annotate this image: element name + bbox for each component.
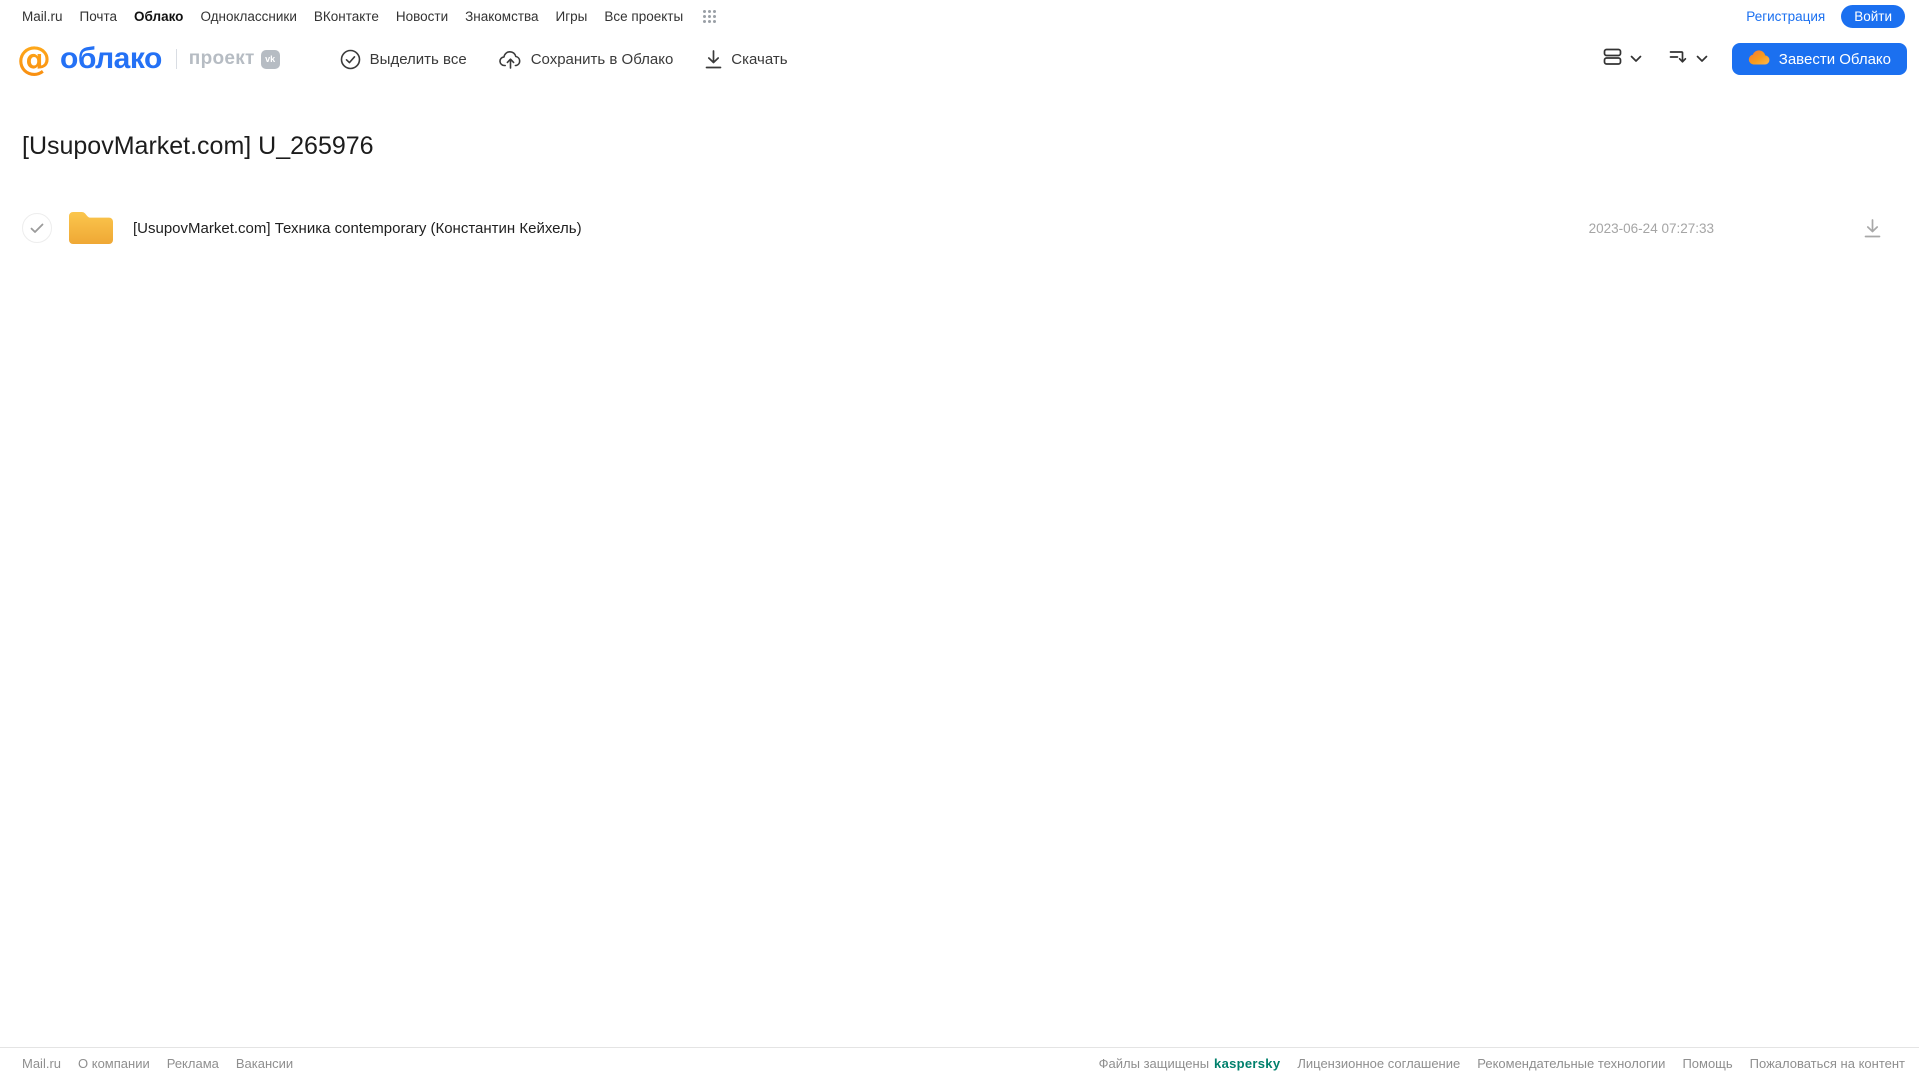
top-nav-right: Регистрация Войти bbox=[1746, 4, 1905, 28]
footer-bar: Mail.ru О компании Реклама Вакансии Файл… bbox=[0, 1047, 1919, 1079]
nav-link-news[interactable]: Новости bbox=[396, 9, 448, 24]
select-all-label: Выделить все bbox=[369, 50, 467, 68]
save-to-cloud-label: Сохранить в Облако bbox=[530, 50, 674, 68]
file-toolbar: Выделить все Сохранить в Облако Скачать bbox=[340, 49, 788, 70]
nav-link-cloud[interactable]: Облако bbox=[134, 9, 183, 24]
sort-icon bbox=[1668, 46, 1689, 72]
nav-link-vkontakte[interactable]: ВКонтакте bbox=[314, 9, 379, 24]
kaspersky-protection: Файлы защищены kaspersky bbox=[1099, 1056, 1281, 1071]
file-name-link[interactable]: [UsupovMarket.com] Техника contemporary … bbox=[133, 220, 582, 237]
header-right-controls: Завести Облако bbox=[1602, 43, 1907, 75]
folder-icon bbox=[66, 208, 116, 248]
svg-text:@: @ bbox=[17, 39, 51, 79]
nav-link-dating[interactable]: Знакомства bbox=[465, 9, 538, 24]
files-protected-label: Файлы защищены bbox=[1098, 1056, 1210, 1071]
footer-left-links: Mail.ru О компании Реклама Вакансии bbox=[22, 1056, 293, 1071]
check-circle-icon bbox=[340, 49, 361, 70]
mailru-at-icon: @ bbox=[14, 39, 54, 79]
vk-project-label: проект bbox=[188, 48, 255, 69]
view-mode-dropdown[interactable] bbox=[1602, 46, 1642, 72]
nav-link-all-projects[interactable]: Все проекты bbox=[604, 9, 683, 24]
nav-link-mail[interactable]: Почта bbox=[80, 9, 118, 24]
check-icon bbox=[30, 223, 44, 233]
cloud-upload-icon bbox=[498, 49, 522, 70]
file-row[interactable]: [UsupovMarket.com] Техника contemporary … bbox=[22, 205, 1919, 251]
header-bar: @ облако проект vk Выделить все Сохранит… bbox=[0, 32, 1919, 86]
download-label: Скачать bbox=[731, 50, 788, 68]
registration-link[interactable]: Регистрация bbox=[1746, 9, 1825, 24]
download-button[interactable]: Скачать bbox=[705, 49, 788, 69]
get-cloud-label: Завести Облако bbox=[1778, 50, 1891, 68]
cloud-logo-text: облако bbox=[60, 42, 162, 75]
nav-link-odnoklassniki[interactable]: Одноклассники bbox=[200, 9, 296, 24]
select-all-button[interactable]: Выделить все bbox=[340, 49, 467, 70]
footer-link-help[interactable]: Помощь bbox=[1682, 1056, 1732, 1071]
vk-logo-icon: vk bbox=[260, 49, 280, 69]
footer-link-report-content[interactable]: Пожаловаться на контент bbox=[1750, 1056, 1905, 1071]
save-to-cloud-button[interactable]: Сохранить в Облако bbox=[498, 49, 674, 70]
download-icon bbox=[705, 49, 722, 69]
logo-divider bbox=[175, 49, 177, 69]
page-title: [UsupovMarket.com] U_265976 bbox=[22, 132, 374, 160]
footer-link-jobs[interactable]: Вакансии bbox=[236, 1056, 293, 1071]
top-nav-bar: Mail.ru Почта Облако Одноклассники ВКонт… bbox=[0, 0, 1919, 32]
chevron-down-icon bbox=[1696, 50, 1708, 68]
main-content: [UsupovMarket.com] U_265976 [UsupovMarke… bbox=[0, 132, 1919, 251]
row-download-icon[interactable] bbox=[1864, 218, 1881, 238]
cloud-icon bbox=[1748, 49, 1770, 69]
footer-link-about[interactable]: О компании bbox=[78, 1056, 150, 1071]
cloud-logo[interactable]: @ облако проект vk bbox=[14, 39, 280, 79]
apps-grid-icon[interactable] bbox=[702, 9, 717, 24]
footer-link-license[interactable]: Лицензионное соглашение bbox=[1297, 1056, 1460, 1071]
list-view-icon bbox=[1602, 46, 1623, 72]
footer-link-ads[interactable]: Реклама bbox=[167, 1056, 219, 1071]
kaspersky-logo[interactable]: kaspersky bbox=[1214, 1056, 1280, 1071]
get-cloud-button[interactable]: Завести Облако bbox=[1731, 43, 1907, 75]
sort-dropdown[interactable] bbox=[1668, 46, 1708, 72]
footer-link-recommendation-tech[interactable]: Рекомендательные технологии bbox=[1477, 1056, 1665, 1071]
row-checkbox[interactable] bbox=[22, 213, 52, 243]
file-list: [UsupovMarket.com] Техника contemporary … bbox=[22, 205, 1919, 251]
chevron-down-icon bbox=[1630, 50, 1642, 68]
file-date: 2023-06-24 07:27:33 bbox=[1588, 220, 1714, 236]
footer-link-mailru[interactable]: Mail.ru bbox=[22, 1056, 61, 1071]
footer-right-links: Файлы защищены kaspersky Лицензионное со… bbox=[1099, 1056, 1905, 1071]
top-nav-links: Mail.ru Почта Облако Одноклассники ВКонт… bbox=[22, 9, 717, 24]
login-button[interactable]: Войти bbox=[1841, 4, 1905, 28]
nav-link-mailru[interactable]: Mail.ru bbox=[22, 9, 63, 24]
nav-link-games[interactable]: Игры bbox=[556, 9, 588, 24]
